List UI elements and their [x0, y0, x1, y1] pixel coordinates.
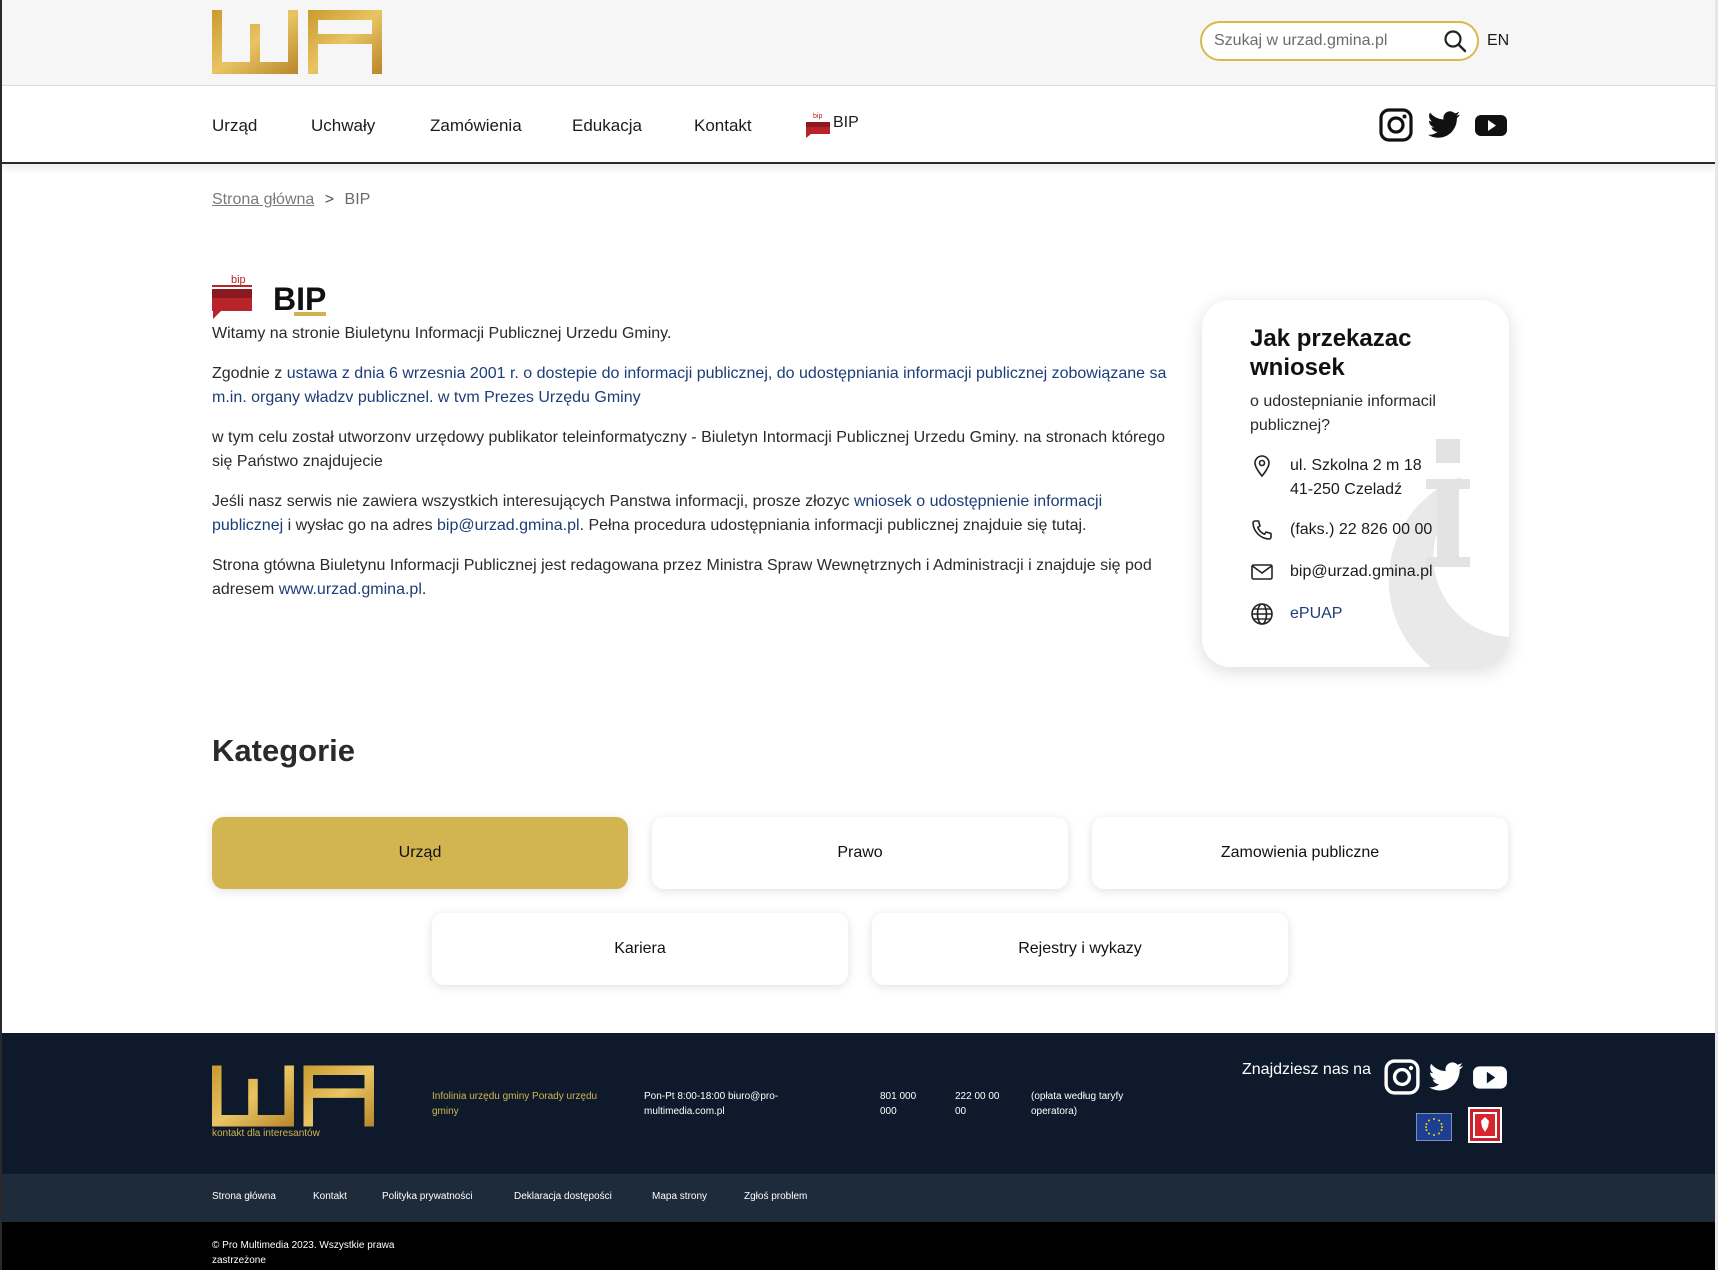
footer-logo[interactable]: [212, 1065, 374, 1127]
address-line2: 41-250 Czeladź: [1290, 481, 1403, 498]
breadcrumb-separator: >: [324, 191, 335, 208]
request-suffix: . Pełna procedura udostępniania informac…: [579, 517, 1087, 534]
category-zamowienia-button[interactable]: Zamowienia publiczne: [1092, 817, 1508, 889]
mail-icon: [1251, 564, 1273, 580]
footer: kontakt dla interesantów Infolinia urzęd…: [0, 1033, 1718, 1174]
footer-link-privacy[interactable]: Polityka prywatności: [382, 1191, 473, 1202]
instagram-icon[interactable]: [1379, 108, 1413, 142]
search-icon[interactable]: [1443, 29, 1467, 53]
copyright: © Pro Multimedia 2023. Wszystkie prawa z…: [212, 1240, 395, 1266]
globe-icon: [1251, 603, 1273, 625]
footer-phone1: 801 000 000: [880, 1091, 917, 1117]
footer-rate-note: (opłata według taryfy operatora): [1031, 1091, 1124, 1117]
email-address[interactable]: bip@urzad.gmina.pl: [1290, 560, 1433, 584]
nav-item-bip[interactable]: bip BIP: [805, 110, 859, 138]
intro-paragraph: Witamy na stronie Biuletynu Informacji P…: [212, 325, 672, 342]
footer-youtube-icon[interactable]: [1472, 1059, 1508, 1095]
law-link[interactable]: ustawa z dnia 6 wrzesnia 2001 r. o doste…: [212, 365, 1166, 406]
main-nav: Urząd Uchwały Zamówienia Edukacja Kontak…: [0, 86, 1718, 164]
poland-emblem-icon: [1468, 1107, 1502, 1143]
footer-links-bar: Strona główna Kontakt Polityka prywatnoś…: [0, 1174, 1718, 1222]
phone-icon: [1252, 520, 1272, 540]
request-prefix: Jeśli nasz serwis nie zawiera wszystkich…: [212, 493, 854, 510]
footer-copyright-bar: © Pro Multimedia 2023. Wszystkie prawa z…: [0, 1222, 1718, 1270]
contact-card: Jak przekazac wniosek o udostepnianie in…: [1202, 300, 1509, 667]
footer-link-home[interactable]: Strona główna: [212, 1191, 276, 1202]
request-mid: i wysłac go na adres: [283, 517, 438, 534]
top-bar: EN: [0, 0, 1718, 86]
email-row: bip@urzad.gmina.pl: [1250, 560, 1433, 584]
website-link[interactable]: www.urzad.gmina.pl: [279, 581, 422, 598]
nav-item-kontakt[interactable]: Kontakt: [694, 116, 752, 136]
location-pin-icon: [1254, 455, 1270, 478]
footer-phone2: 222 00 00 00: [955, 1091, 1000, 1117]
twitter-icon[interactable]: [1427, 108, 1461, 142]
eu-flag-icon: [1416, 1113, 1452, 1141]
address-line1: ul. Szkolna 2 m 18: [1290, 457, 1422, 474]
site-logo[interactable]: [212, 10, 382, 74]
footer-instagram-icon[interactable]: [1384, 1059, 1420, 1095]
categories-heading: Kategorie: [212, 733, 355, 768]
bip-logo-icon: bip: [212, 274, 252, 319]
svg-text:bip: bip: [231, 274, 246, 286]
card-title: Jak przekazac wniosek: [1250, 325, 1412, 381]
bip-logo-icon: bip: [806, 113, 830, 138]
breadcrumb-home-link[interactable]: Strona główna: [212, 191, 314, 208]
language-switch[interactable]: EN: [1487, 32, 1509, 50]
page-content: Witamy na stronie Biuletynu Informacji P…: [212, 322, 1172, 618]
search-input[interactable]: [1214, 29, 1434, 53]
phone-number: (faks.) 22 826 00 00: [1290, 521, 1433, 538]
footer-link-accessibility[interactable]: Deklaracja dostępości: [514, 1191, 612, 1202]
footer-link-report[interactable]: Zgłoś problem: [744, 1191, 807, 1202]
category-urzad-button[interactable]: Urząd: [212, 817, 628, 889]
phone-row: (faks.) 22 826 00 00: [1250, 518, 1432, 542]
footer-find-us: Znajdziesz nas na: [1242, 1061, 1371, 1078]
legal-paragraph: Zgodnie z ustawa z dnia 6 wrzesnia 2001 …: [212, 362, 1172, 410]
nav-bip-label: BIP: [833, 114, 859, 131]
bip-email-link[interactable]: bip@urzad.gmina.pl: [437, 517, 580, 534]
address-row: ul. Szkolna 2 m 18 41-250 Czeladź: [1250, 454, 1422, 502]
breadcrumb-current: BIP: [344, 191, 371, 208]
epuap-row: ePUAP: [1250, 602, 1342, 626]
footer-infoline: Infolinia urzędu gminy Porady urzędu gmi…: [432, 1091, 598, 1117]
footer-twitter-icon[interactable]: [1428, 1059, 1464, 1095]
footer-link-contact[interactable]: Kontakt: [313, 1191, 347, 1202]
legal-prefix: Zgodnie z: [212, 365, 287, 382]
editor-paragraph: Strona gtówna Biuletynu Informacji Publi…: [212, 554, 1172, 602]
footer-link-sitemap[interactable]: Mapa strony: [652, 1191, 707, 1202]
request-paragraph: Jeśli nasz serwis nie zawiera wszystkich…: [212, 490, 1172, 538]
category-kariera-button[interactable]: Kariera: [432, 913, 848, 985]
editor-suffix: .: [421, 581, 427, 598]
category-rejestry-button[interactable]: Rejestry i wykazy: [872, 913, 1288, 985]
title-underline: [294, 312, 326, 316]
search-box[interactable]: [1200, 21, 1479, 61]
nav-item-urzad[interactable]: Urząd: [212, 116, 257, 136]
card-subtitle: o udostepnianie informacil publicznej?: [1250, 393, 1436, 434]
epuap-link[interactable]: ePUAP: [1290, 605, 1342, 622]
category-prawo-button[interactable]: Prawo: [652, 817, 1068, 889]
footer-hours: Pon-Pt 8:00-18:00 biuro@pro-multimedia.c…: [644, 1091, 779, 1117]
publisher-paragraph: w tym celu został utworzonv urzędowy pub…: [212, 429, 1165, 470]
svg-text:bip: bip: [813, 113, 822, 120]
breadcrumb: Strona główna > BIP: [212, 191, 370, 209]
nav-item-edukacja[interactable]: Edukacja: [572, 116, 642, 136]
nav-item-uchwaly[interactable]: Uchwały: [311, 116, 375, 136]
nav-item-zamowienia[interactable]: Zamówienia: [430, 116, 522, 136]
youtube-icon[interactable]: [1474, 108, 1508, 142]
footer-tagline: kontakt dla interesantów: [212, 1128, 320, 1139]
